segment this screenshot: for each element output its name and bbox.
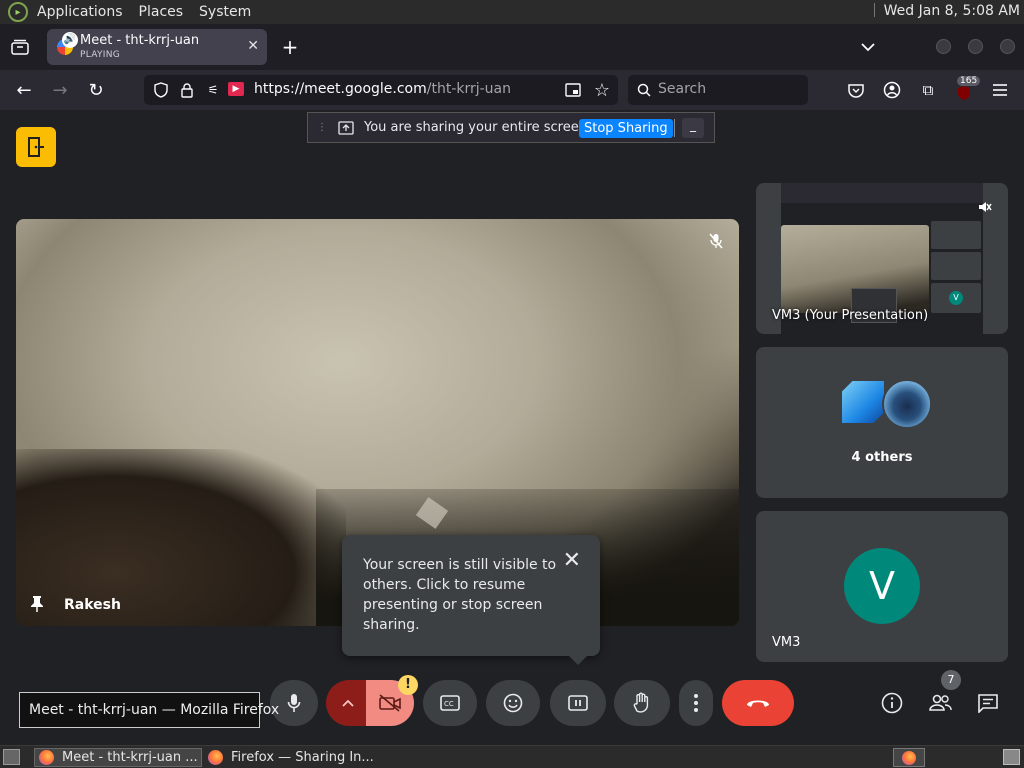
drag-handle-icon[interactable]: ⋮: [317, 122, 327, 133]
firefox-icon: [208, 750, 223, 765]
close-window-button[interactable]: [1000, 39, 1015, 54]
taskbar-item-sharing[interactable]: Firefox — Sharing In...: [204, 748, 404, 767]
emoji-reaction-button[interactable]: [486, 680, 540, 726]
divider: [674, 119, 675, 137]
menu-system[interactable]: System: [192, 4, 258, 20]
participant-count-badge: 7: [941, 670, 961, 690]
popup-pointer: [569, 656, 587, 665]
trash-icon[interactable]: [1003, 749, 1020, 765]
sharing-indicator-bar: ⋮ You are sharing your entire screen. St…: [307, 112, 715, 143]
firefox-icon: [39, 750, 54, 765]
participant-avatar: [882, 379, 932, 429]
tab-list-chevron-icon[interactable]: [857, 36, 879, 58]
pin-icon[interactable]: [30, 595, 44, 617]
tile-label: VM3: [772, 635, 801, 650]
popup-message: Your screen is still visible to others. …: [363, 557, 557, 633]
taskbar-item-label: Meet - tht-krrj-uan ...: [62, 750, 198, 765]
others-count-label: 4 others: [851, 450, 913, 465]
menu-applications[interactable]: Applications: [30, 4, 130, 20]
nav-bar: ← → ↻ ⚟ ▶ https://meet.google.com/tht-kr…: [0, 70, 1024, 110]
picture-in-picture-icon[interactable]: [564, 81, 582, 99]
taskbar-item-meet[interactable]: Meet - tht-krrj-uan ...: [34, 748, 202, 767]
meeting-details-icon[interactable]: [877, 688, 907, 718]
others-tile[interactable]: 4 others: [756, 347, 1008, 498]
url-text[interactable]: https://meet.google.com/tht-krrj-uan: [254, 81, 511, 97]
captions-button[interactable]: CC: [423, 680, 477, 726]
warning-badge[interactable]: !: [398, 675, 418, 695]
search-icon: [636, 82, 652, 98]
window-tooltip: Meet - tht-krrj-uan — Mozilla Firefox: [19, 692, 279, 728]
search-input[interactable]: Search: [628, 75, 808, 105]
distro-logo-icon[interactable]: ▸: [8, 2, 28, 22]
leave-call-button[interactable]: [722, 680, 794, 726]
menu-places[interactable]: Places: [132, 4, 191, 20]
pocket-icon[interactable]: [845, 79, 867, 101]
close-icon[interactable]: ✕: [563, 548, 581, 573]
avatar: V: [844, 548, 920, 624]
more-options-button[interactable]: [679, 680, 713, 726]
presentation-tile[interactable]: V VM3 (Your Presentation): [756, 183, 1008, 334]
share-screen-icon: [338, 120, 354, 135]
sharing-message: You are sharing your entire screen.: [364, 120, 592, 135]
account-icon[interactable]: [881, 79, 903, 101]
preview-tile: [931, 252, 981, 280]
taskbar-item-label: Firefox — Sharing In...: [231, 750, 374, 765]
maximize-button[interactable]: [968, 39, 983, 54]
stop-sharing-button[interactable]: Stop Sharing: [579, 119, 673, 138]
firefox-icon: [902, 751, 916, 765]
extensions-puzzle-icon[interactable]: ⧉: [917, 79, 939, 101]
preview-tile: [931, 221, 981, 249]
url-bar[interactable]: ⚟ ▶ https://meet.google.com/tht-krrj-uan…: [144, 75, 618, 105]
lock-icon[interactable]: [178, 81, 196, 99]
forward-arrow-icon[interactable]: →: [48, 79, 72, 101]
tab-meet[interactable]: 🔊 Meet - tht-krrj-uan PLAYING ✕: [47, 29, 267, 65]
svg-text:CC: CC: [444, 700, 454, 708]
participant-tile-vm3[interactable]: V VM3: [756, 511, 1008, 662]
search-placeholder: Search: [658, 81, 707, 97]
mic-off-icon: [978, 200, 992, 218]
panel-clock[interactable]: Wed Jan 8, 5:08 AM: [874, 3, 1020, 19]
new-tab-button[interactable]: +: [278, 35, 302, 59]
raise-hand-button[interactable]: [614, 680, 670, 726]
reload-icon[interactable]: ↻: [84, 79, 108, 101]
tab-close-icon[interactable]: ✕: [247, 38, 259, 54]
minimize-button[interactable]: [936, 39, 951, 54]
present-now-button[interactable]: [550, 680, 606, 726]
workspace-switcher[interactable]: [893, 748, 925, 767]
back-arrow-icon[interactable]: ←: [12, 79, 36, 101]
panel-menus: Applications Places System: [30, 4, 258, 20]
tab-overview-icon[interactable]: [8, 36, 32, 58]
camera-options-button[interactable]: [326, 680, 370, 726]
preview-avatar: V: [949, 291, 963, 305]
participant-name: Rakesh: [64, 597, 121, 613]
chat-icon[interactable]: [973, 688, 1003, 718]
mic-off-icon: [709, 233, 723, 253]
taskbar: Meet - tht-krrj-uan ... Firefox — Sharin…: [0, 745, 1024, 768]
app-menu-icon[interactable]: [989, 79, 1011, 101]
screen-visible-popup: Your screen is still visible to others. …: [342, 535, 600, 665]
speaker-icon[interactable]: 🔊: [62, 32, 78, 48]
tab-title: Meet - tht-krrj-uan: [80, 33, 200, 48]
show-desktop-icon[interactable]: [3, 749, 20, 765]
tab-strip: 🔊 Meet - tht-krrj-uan PLAYING ✕ +: [0, 24, 1024, 70]
preview-browser-bar: [781, 183, 983, 203]
permissions-icon[interactable]: ⚟: [204, 81, 222, 99]
hide-bar-button[interactable]: _: [682, 118, 704, 138]
participant-avatar: [842, 381, 884, 423]
tab-subtitle: PLAYING: [80, 50, 121, 60]
screen-share-indicator-icon[interactable]: ▶: [228, 82, 244, 96]
tile-label: VM3 (Your Presentation): [772, 308, 929, 323]
shield-icon[interactable]: [152, 81, 170, 99]
meet-companion-icon[interactable]: [16, 127, 56, 167]
bookmark-star-icon[interactable]: ☆: [592, 80, 612, 101]
top-panel: ▸ Applications Places System Wed Jan 8, …: [0, 0, 1024, 24]
ublock-count-badge: 165: [957, 76, 981, 86]
people-icon[interactable]: [925, 688, 955, 718]
